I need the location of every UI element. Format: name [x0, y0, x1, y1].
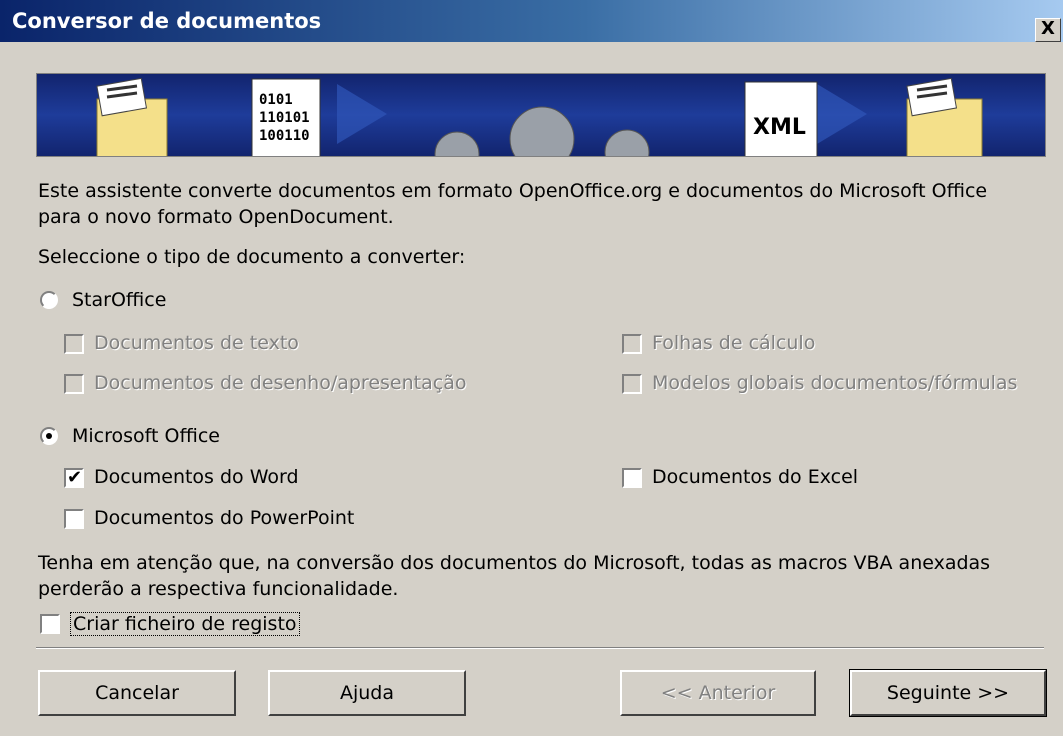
label-create-log[interactable]: Criar ficheiro de registo — [70, 612, 300, 636]
staroffice-radio[interactable] — [40, 291, 58, 309]
label-master-documents: Modelos globais documentos/fórmulas — [652, 372, 1018, 394]
checkbox-excel-documents[interactable] — [622, 468, 642, 488]
label-word-documents[interactable]: Documentos do Word — [94, 466, 299, 488]
msoffice-label[interactable]: Microsoft Office — [72, 425, 220, 447]
binary-line-3: 100110 — [259, 128, 310, 144]
checkbox-powerpoint-documents[interactable] — [64, 509, 84, 529]
folder-icon-left — [96, 77, 168, 156]
label-powerpoint-documents[interactable]: Documentos do PowerPoint — [94, 507, 354, 529]
staroffice-label[interactable]: StarOffice — [72, 289, 166, 311]
label-spreadsheets: Folhas de cálculo — [652, 332, 816, 354]
folder-icon-right — [906, 77, 983, 156]
gear-icon — [434, 106, 650, 156]
next-button[interactable]: Seguinte >> — [849, 669, 1047, 717]
note-line-2: perderão a respectiva funcionalidade. — [38, 578, 399, 600]
binary-line-1: 0101 — [259, 92, 293, 108]
radio-selected-dot — [46, 433, 52, 439]
xml-document-icon: XML — [744, 81, 818, 156]
msoffice-radio[interactable] — [40, 427, 58, 445]
checkbox-drawing-presentation[interactable] — [64, 374, 84, 394]
binary-document-icon: 0101 110101 100110 — [251, 78, 321, 156]
banner-graphic: 0101 110101 100110 XML — [96, 77, 983, 156]
checkbox-master-documents[interactable] — [622, 374, 642, 394]
xml-label: XML — [753, 115, 806, 140]
separator — [36, 647, 1044, 649]
window-title: Conversor de documentos — [12, 9, 322, 33]
checkbox-word-documents[interactable]: ✔ — [64, 467, 84, 488]
cancel-button[interactable]: Cancelar — [38, 670, 236, 716]
checkbox-spreadsheets[interactable] — [622, 334, 642, 354]
close-icon: X — [1041, 18, 1055, 39]
help-button[interactable]: Ajuda — [268, 670, 466, 716]
note-line-1: Tenha em atenção que, na conversão dos d… — [38, 552, 991, 574]
select-prompt: Seleccione o tipo de documento a convert… — [38, 246, 466, 268]
intro-line-2: para o novo formato OpenDocument. — [38, 206, 394, 228]
label-excel-documents[interactable]: Documentos do Excel — [652, 466, 858, 488]
check-icon: ✔ — [67, 467, 83, 488]
checkbox-create-log[interactable] — [40, 614, 60, 634]
intro-line-1: Este assistente converte documentos em f… — [38, 180, 988, 202]
back-button[interactable]: << Anterior — [620, 670, 816, 716]
wizard-banner: 0101 110101 100110 XML — [36, 73, 1046, 157]
close-button[interactable]: X — [1035, 18, 1061, 42]
binary-line-2: 110101 — [259, 110, 310, 126]
checkbox-text-documents[interactable] — [64, 334, 84, 354]
title-bar: Conversor de documentos — [0, 0, 1063, 42]
label-text-documents: Documentos de texto — [94, 332, 299, 354]
label-drawing-presentation: Documentos de desenho/apresentação — [94, 372, 467, 394]
